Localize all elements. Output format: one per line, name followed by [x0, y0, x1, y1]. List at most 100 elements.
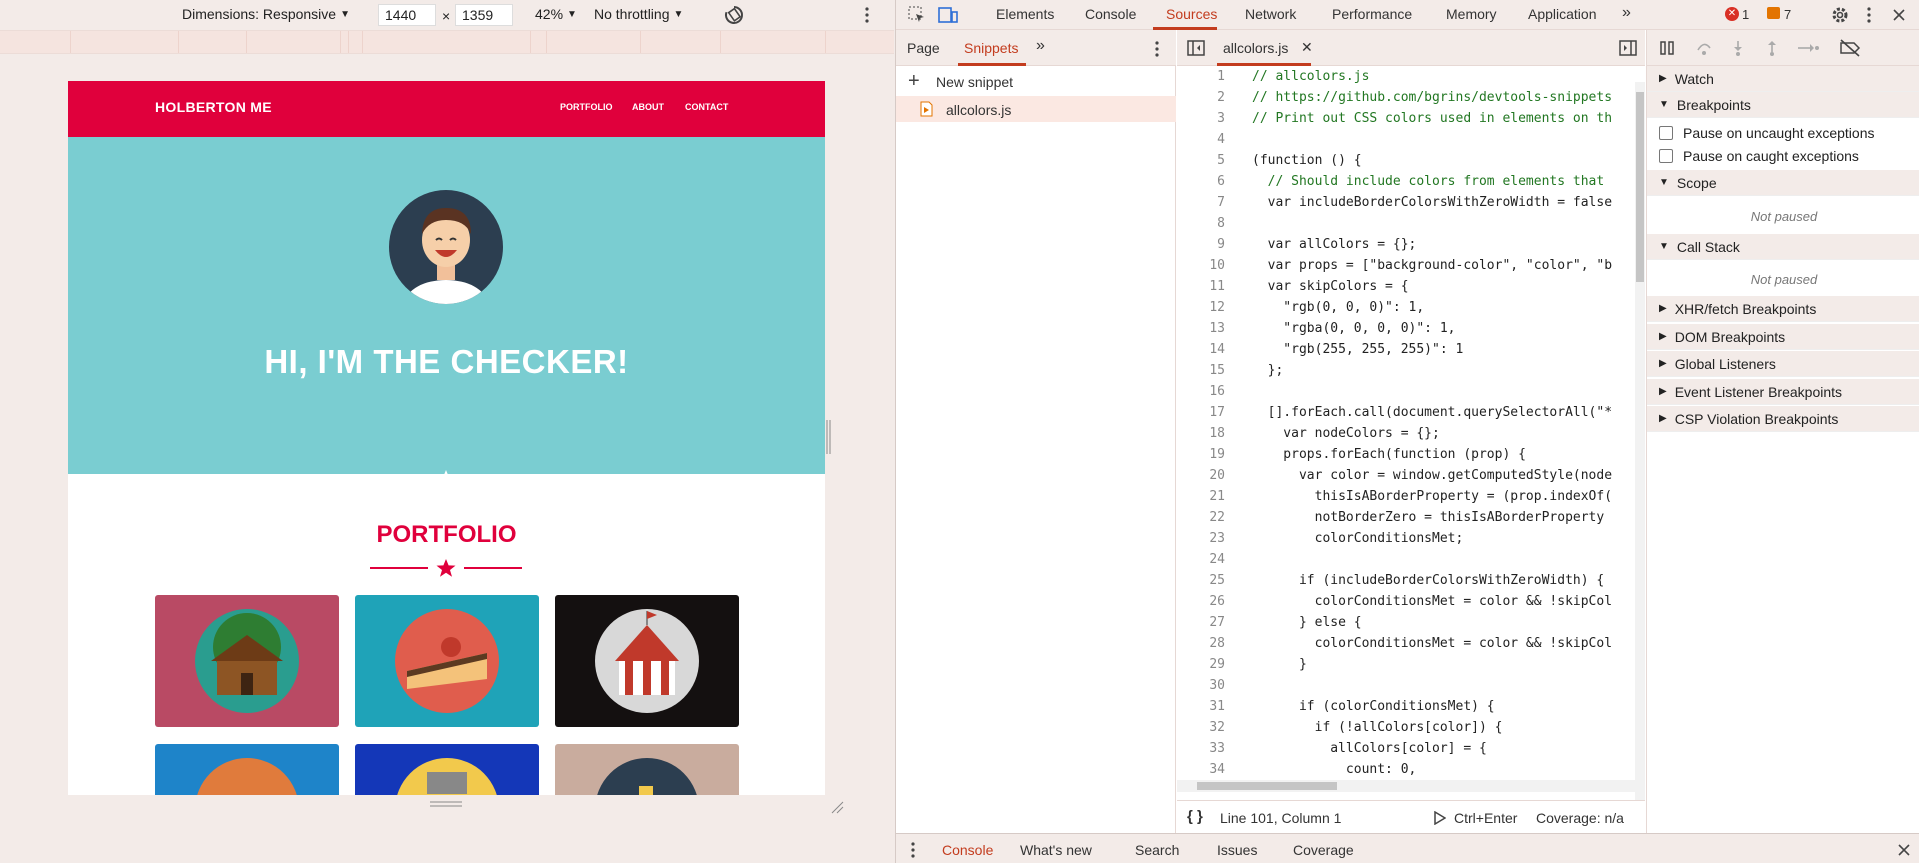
code-line[interactable]: 10 var props = ["background-color", "col… — [1177, 255, 1637, 276]
code-line[interactable]: 28 colorConditionsMet = color && !skipCo… — [1177, 633, 1637, 654]
line-number[interactable]: 11 — [1177, 276, 1225, 297]
deactivate-breakpoints-icon[interactable] — [1839, 39, 1861, 57]
code-line[interactable]: 19 props.forEach(function (prop) { — [1177, 444, 1637, 465]
code-line[interactable]: 14 "rgb(255, 255, 255)": 1 — [1177, 339, 1637, 360]
code-line[interactable]: 25 if (includeBorderColorsWithZeroWidth)… — [1177, 570, 1637, 591]
line-number[interactable]: 20 — [1177, 465, 1225, 486]
line-number[interactable]: 6 — [1177, 171, 1225, 192]
error-icon[interactable]: ✕ — [1725, 7, 1739, 21]
portfolio-card-6[interactable] — [555, 744, 739, 795]
line-number[interactable]: 30 — [1177, 675, 1225, 696]
line-number[interactable]: 33 — [1177, 738, 1225, 759]
code-line[interactable]: 31 if (colorConditionsMet) { — [1177, 696, 1637, 717]
line-number[interactable]: 26 — [1177, 591, 1225, 612]
resize-corner-icon[interactable] — [830, 800, 844, 814]
inspect-element-icon[interactable] — [908, 6, 926, 24]
line-number[interactable]: 17 — [1177, 402, 1225, 423]
toggle-navigator-icon[interactable] — [1187, 40, 1205, 56]
zoom-dropdown[interactable]: 42% ▼ — [535, 6, 577, 22]
device-toolbar-icon[interactable] — [938, 6, 958, 24]
code-line[interactable]: 4 — [1177, 129, 1637, 150]
line-number[interactable]: 4 — [1177, 129, 1225, 150]
pause-caught-checkbox[interactable]: Pause on caught exceptions — [1659, 148, 1859, 164]
line-number[interactable]: 23 — [1177, 528, 1225, 549]
nav-link-portfolio[interactable]: PORTFOLIO — [560, 102, 613, 112]
code-line[interactable]: 16 — [1177, 381, 1637, 402]
code-line[interactable]: 12 "rgb(0, 0, 0)": 1, — [1177, 297, 1637, 318]
close-tab-icon[interactable]: ✕ — [1301, 39, 1313, 56]
height-input[interactable]: 1359 — [455, 4, 513, 26]
code-line[interactable]: 13 "rgba(0, 0, 0, 0)": 1, — [1177, 318, 1637, 339]
code-content[interactable]: 1 // allcolors.js 2 // https://github.com/b… — [1177, 66, 1645, 808]
line-number[interactable]: 10 — [1177, 255, 1225, 276]
line-number[interactable]: 12 — [1177, 297, 1225, 318]
line-number[interactable]: 1 — [1177, 66, 1225, 87]
code-line[interactable]: 5 (function () { — [1177, 150, 1637, 171]
code-line[interactable]: 33 allColors[color] = { — [1177, 738, 1637, 759]
tab-performance[interactable]: Performance — [1332, 6, 1412, 22]
code-line[interactable]: 22 notBorderZero = thisIsABorderProperty — [1177, 507, 1637, 528]
line-number[interactable]: 18 — [1177, 423, 1225, 444]
vertical-scrollbar[interactable] — [1635, 82, 1645, 800]
more-tabs-icon[interactable]: » — [1622, 4, 1631, 22]
code-line[interactable]: 2 // https://github.com/bgrins/devtools-s… — [1177, 87, 1637, 108]
code-line[interactable]: 1 // allcolors.js — [1177, 66, 1637, 87]
line-number[interactable]: 31 — [1177, 696, 1225, 717]
new-snippet-button[interactable]: + New snippet — [896, 66, 1176, 96]
nav-link-about[interactable]: ABOUT — [632, 102, 664, 112]
line-number[interactable]: 34 — [1177, 759, 1225, 780]
close-drawer-icon[interactable] — [1897, 843, 1911, 857]
message-icon[interactable] — [1767, 7, 1780, 19]
section-scope[interactable]: ▼ Scope — [1647, 170, 1919, 196]
tab-network[interactable]: Network — [1245, 6, 1296, 22]
drawer-menu-icon[interactable] — [908, 841, 918, 859]
portfolio-card-cake[interactable] — [355, 595, 539, 727]
section-xhr-breakpoints[interactable]: ▶ XHR/fetch Breakpoints — [1647, 296, 1919, 322]
section-csp-violation-breakpoints[interactable]: ▶ CSP Violation Breakpoints — [1647, 406, 1919, 432]
line-number[interactable]: 24 — [1177, 549, 1225, 570]
code-line[interactable]: 11 var skipColors = { — [1177, 276, 1637, 297]
code-line[interactable]: 30 — [1177, 675, 1637, 696]
tab-application[interactable]: Application — [1528, 6, 1597, 22]
width-input[interactable]: 1440 — [378, 4, 436, 26]
snippet-item[interactable]: allcolors.js — [896, 96, 1176, 122]
run-snippet-icon[interactable] — [1434, 811, 1446, 825]
drawer-tab-console[interactable]: Console — [942, 842, 993, 858]
code-line[interactable]: 18 var nodeColors = {}; — [1177, 423, 1637, 444]
site-logo[interactable]: HOLBERTON ME — [155, 99, 272, 115]
tab-memory[interactable]: Memory — [1446, 6, 1497, 22]
step-into-icon[interactable] — [1729, 40, 1747, 56]
line-number[interactable]: 13 — [1177, 318, 1225, 339]
line-number[interactable]: 16 — [1177, 381, 1225, 402]
code-line[interactable]: 32 if (!allColors[color]) { — [1177, 717, 1637, 738]
line-number[interactable]: 2 — [1177, 87, 1225, 108]
toggle-debugger-icon[interactable] — [1619, 40, 1637, 56]
section-call-stack[interactable]: ▼ Call Stack — [1647, 234, 1919, 260]
pause-icon[interactable] — [1659, 40, 1677, 56]
vertical-scroll-thumb[interactable] — [1636, 92, 1644, 282]
section-dom-breakpoints[interactable]: ▶ DOM Breakpoints — [1647, 324, 1919, 350]
line-number[interactable]: 14 — [1177, 339, 1225, 360]
resize-handle-right[interactable] — [826, 420, 832, 454]
portfolio-card-cabin[interactable] — [155, 595, 339, 727]
line-number[interactable]: 21 — [1177, 486, 1225, 507]
line-number[interactable]: 3 — [1177, 108, 1225, 129]
settings-gear-icon[interactable] — [1830, 5, 1850, 25]
section-global-listeners[interactable]: ▶ Global Listeners — [1647, 351, 1919, 377]
code-line[interactable]: 8 — [1177, 213, 1637, 234]
dimensions-dropdown[interactable]: Dimensions: Responsive ▼ — [182, 6, 350, 22]
code-line[interactable]: 29 } — [1177, 654, 1637, 675]
more-options-icon[interactable] — [862, 6, 872, 24]
code-line[interactable]: 7 var includeBorderColorsWithZeroWidth =… — [1177, 192, 1637, 213]
drawer-tab-issues[interactable]: Issues — [1217, 842, 1257, 858]
code-line[interactable]: 27 } else { — [1177, 612, 1637, 633]
tab-sources[interactable]: Sources — [1166, 6, 1217, 22]
close-devtools-icon[interactable] — [1892, 8, 1906, 22]
checkbox-box[interactable] — [1659, 126, 1673, 140]
portfolio-card-circus[interactable] — [555, 595, 739, 727]
more-nav-tabs-icon[interactable]: » — [1036, 37, 1045, 55]
step-over-icon[interactable] — [1695, 40, 1713, 56]
code-line[interactable]: 3 // Print out CSS colors used in element… — [1177, 108, 1637, 129]
code-line[interactable]: 24 — [1177, 549, 1637, 570]
line-number[interactable]: 28 — [1177, 633, 1225, 654]
